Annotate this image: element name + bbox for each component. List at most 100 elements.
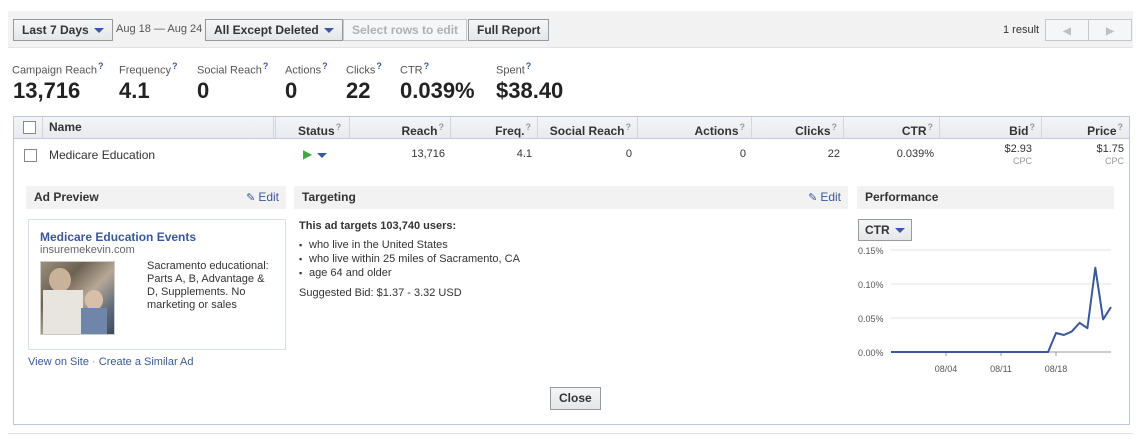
next-page-button[interactable]: ▶ (1088, 19, 1132, 41)
chevron-down-icon (894, 228, 905, 234)
column-header-social-reach[interactable]: Social Reach? (538, 117, 638, 138)
cell-price-unit: CPC (1104, 156, 1124, 166)
cell-bid-unit: CPC (1012, 156, 1032, 166)
help-icon[interactable]: ? (626, 122, 632, 132)
cell-freq: 4.1 (516, 148, 532, 160)
ctr-series-line (891, 266, 1112, 353)
column-header-reach[interactable]: Reach? (350, 117, 451, 138)
y-tick-label: 0.05% (858, 314, 884, 324)
cell-ctr: 0.039% (896, 148, 934, 160)
stat-value-campaign-reach: 13,716 (13, 78, 81, 103)
date-range-dropdown[interactable]: Last 7 Days (13, 19, 113, 41)
face-shape (49, 268, 71, 292)
cell-social-reach: 0 (625, 148, 632, 160)
view-on-site-link[interactable]: View on Site (28, 356, 89, 368)
help-icon[interactable]: ? (526, 61, 532, 71)
ctr-chart: 0.00% 0.05% 0.10% 0.15% 08/04 08/11 08/18 (858, 246, 1112, 374)
help-icon[interactable]: ? (322, 61, 328, 71)
link-separator: · (92, 356, 96, 368)
child-shirt-shape (81, 308, 107, 334)
ad-title-link[interactable]: Medicare Education Events (40, 230, 196, 244)
pencil-icon: ✎ (246, 192, 256, 204)
ad-name-link[interactable]: Medicare Education (49, 148, 155, 162)
help-icon[interactable]: ? (336, 122, 342, 132)
stat-value-ctr: 0.039% (400, 78, 475, 103)
status-filter-dropdown[interactable]: All Except Deleted (205, 19, 343, 41)
cell-price: $1.75 (1096, 143, 1124, 155)
y-tick-label: 0.15% (858, 246, 884, 256)
stat-label-social-reach: Social Reach? (197, 61, 269, 77)
help-icon[interactable]: ? (832, 122, 838, 132)
help-icon[interactable]: ? (172, 61, 178, 71)
targeting-title: Targeting (302, 190, 356, 204)
stat-label-campaign-reach: Campaign Reach? (12, 61, 104, 77)
help-icon[interactable]: ? (928, 122, 934, 132)
ad-preview-edit-link[interactable]: ✎ Edit (246, 186, 279, 210)
targeting-edit-link[interactable]: ✎ Edit (808, 186, 841, 210)
stat-value-spent: $38.40 (496, 78, 564, 103)
footer-divider (8, 433, 1133, 434)
column-header-freq[interactable]: Freq.? (451, 117, 538, 138)
status-toggle[interactable]: ▶ (303, 147, 328, 161)
column-header-actions[interactable]: Actions? (638, 117, 752, 138)
y-tick-label: 0.10% (858, 280, 884, 290)
play-icon: ▶ (303, 147, 313, 161)
select-rows-button[interactable]: Select rows to edit (343, 19, 468, 41)
ad-preview-header: Ad Preview ✎ Edit (26, 186, 286, 209)
help-icon[interactable]: ? (1030, 122, 1036, 132)
targeting-list: who live in the United States who live w… (299, 238, 520, 280)
performance-header: Performance (857, 186, 1114, 209)
row-checkbox[interactable] (24, 149, 37, 162)
stat-label-clicks: Clicks? (346, 61, 382, 77)
x-tick-label: 08/18 (1045, 364, 1068, 374)
targeting-header: Targeting ✎ Edit (294, 186, 848, 209)
column-header-clicks[interactable]: Clicks? (752, 117, 844, 138)
suggested-bid: Suggested Bid: $1.37 - 3.32 USD (299, 287, 462, 299)
column-header-ctr[interactable]: CTR? (844, 117, 940, 138)
triangle-right-icon: ▶ (1106, 26, 1114, 37)
chevron-down-icon (323, 28, 334, 34)
status-filter-label: All Except Deleted (214, 23, 319, 37)
stat-label-actions: Actions? (285, 61, 328, 77)
ad-url: insuremekevin.com (40, 244, 135, 256)
stat-value-actions: 0 (285, 78, 298, 103)
create-similar-ad-link[interactable]: Create a Similar Ad (99, 356, 194, 368)
y-tick-label: 0.00% (858, 348, 884, 358)
column-header-bid[interactable]: Bid? (940, 117, 1042, 138)
help-icon[interactable]: ? (263, 61, 269, 71)
cell-reach: 13,716 (411, 148, 445, 160)
prev-page-button[interactable]: ◀ (1045, 19, 1089, 41)
triangle-left-icon: ◀ (1063, 26, 1071, 37)
select-all-cell (14, 117, 43, 138)
select-all-checkbox[interactable] (23, 121, 36, 134)
help-icon[interactable]: ? (424, 61, 430, 71)
ad-body-text: Sacramento educational: Parts A, B, Adva… (147, 260, 269, 311)
column-divider (274, 117, 276, 138)
column-header-price[interactable]: Price? (1042, 117, 1129, 138)
stat-value-social-reach: 0 (197, 78, 210, 103)
table-header: Name Status? Reach? Freq.? Social Reach?… (14, 117, 1129, 139)
stat-value-clicks: 22 (346, 78, 371, 103)
performance-metric-dropdown[interactable]: CTR (858, 219, 912, 241)
help-icon[interactable]: ? (740, 122, 746, 132)
list-item: who live within 25 miles of Sacramento, … (299, 252, 520, 266)
chevron-down-icon (93, 28, 104, 34)
child-face-shape (85, 290, 103, 310)
ad-image (40, 261, 115, 335)
cell-clicks: 22 (827, 148, 840, 160)
result-count: 1 result (1003, 24, 1040, 36)
column-header-name[interactable]: Name (43, 117, 274, 138)
help-icon[interactable]: ? (439, 122, 445, 132)
help-icon[interactable]: ? (1118, 122, 1124, 132)
ad-preview-links: View on Site · Create a Similar Ad (28, 356, 194, 368)
stat-label-spent: Spent? (496, 61, 532, 77)
full-report-button[interactable]: Full Report (468, 19, 550, 41)
help-icon[interactable]: ? (376, 61, 382, 71)
metric-label: CTR (865, 223, 890, 237)
column-header-status[interactable]: Status? (293, 117, 350, 138)
help-icon[interactable]: ? (526, 122, 532, 132)
chevron-down-icon (317, 152, 328, 158)
close-button[interactable]: Close (550, 387, 601, 410)
help-icon[interactable]: ? (98, 61, 104, 71)
shirt-shape (43, 290, 83, 334)
